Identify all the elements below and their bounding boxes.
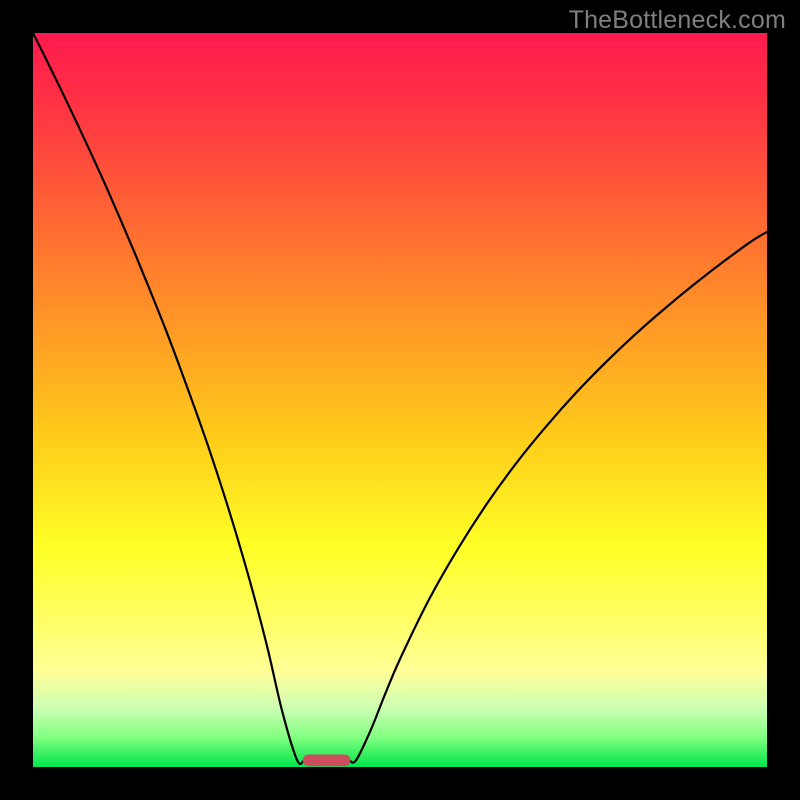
plot-area (33, 33, 767, 767)
chart-svg (33, 33, 767, 767)
minimum-marker (303, 755, 351, 767)
chart-frame: TheBottleneck.com (0, 0, 800, 800)
watermark-text: TheBottleneck.com (569, 6, 786, 35)
